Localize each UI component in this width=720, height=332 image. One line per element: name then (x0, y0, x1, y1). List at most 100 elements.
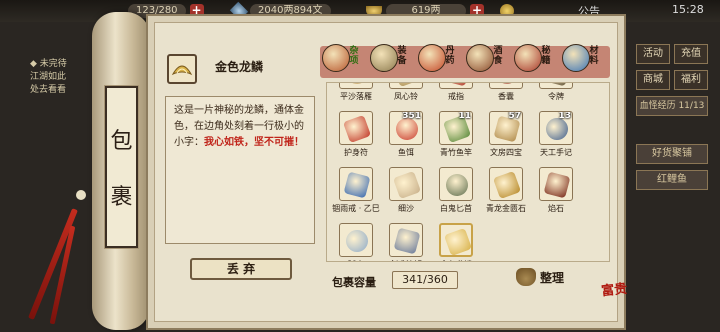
item-label: 平沙落雁 (340, 92, 372, 101)
item-label: 天工手记 (540, 148, 572, 157)
item-art-icon (492, 83, 522, 88)
item-cell[interactable]: 13 天工手记 (533, 109, 579, 165)
item-quantity: 351 (402, 111, 421, 121)
item-cell[interactable]: 11 青竹鱼竿 (433, 109, 479, 165)
item-icon[interactable] (339, 111, 373, 145)
item-label: 戒指 (448, 92, 464, 101)
book-icon[interactable] (514, 44, 542, 72)
item-icon[interactable] (339, 223, 373, 257)
discard-button[interactable]: 丢 弃 (190, 258, 292, 280)
equip-sword-icon[interactable] (370, 44, 398, 72)
item-label: 白鬼匕首 (440, 204, 472, 213)
food-bowl-icon[interactable] (466, 44, 494, 72)
tab-label[interactable]: 材料 (588, 46, 600, 66)
bag-title-plate: 包 裹 (104, 85, 139, 249)
good-shop-button[interactable]: 好货聚铺 (636, 144, 708, 164)
item-label: 凤心铃 (394, 92, 418, 101)
activity-button[interactable]: 活动 (636, 44, 670, 64)
item-label: 细沙 (398, 204, 414, 213)
item-icon[interactable] (389, 223, 423, 257)
quest-tracker[interactable]: ◆ 未完待 江湖如此 处去看看 (30, 58, 100, 97)
item-cell[interactable]: 细沙 (383, 165, 429, 221)
quest-title: ◆ 未完待 (30, 59, 67, 69)
item-icon[interactable] (539, 167, 573, 201)
item-icon[interactable] (489, 167, 523, 201)
item-label: 鱼饵 (398, 148, 414, 157)
item-icon[interactable] (489, 83, 523, 89)
item-label: 文房四宝 (490, 148, 522, 157)
crystal-icon[interactable] (562, 44, 590, 72)
item-art-icon (342, 226, 372, 256)
item-label: 青竹鱼竿 (440, 148, 472, 157)
quest-line: 处去看看 (30, 85, 67, 95)
item-art-icon (492, 170, 522, 200)
item-cell[interactable]: 碱水 (333, 221, 379, 261)
item-label: 金色龙鳞 (429, 259, 483, 261)
quest-line: 江湖如此 (30, 72, 67, 82)
red-carp-button[interactable]: 红鲤鱼 (636, 170, 708, 190)
item-art-icon (393, 227, 421, 255)
item-art-icon (392, 170, 422, 200)
clock-time: 15:28 (672, 3, 704, 16)
tab-label[interactable]: 丹药 (444, 46, 456, 66)
item-icon[interactable] (339, 83, 373, 89)
item-icon[interactable] (439, 167, 473, 201)
item-label: 碱水 (329, 259, 383, 261)
item-grid[interactable]: 平沙落雁 凤心铃 戒指 香囊 令牌护身符 351 鱼饵 11 青竹鱼竿 57 文房四宝 13 天工手记锢… (326, 82, 610, 262)
item-quantity: 13 (558, 111, 571, 121)
misc-bag-icon[interactable] (322, 44, 350, 72)
item-label: 锢雨戒 · 乙巳 (332, 204, 380, 213)
side-menu: 活动 充值 商城 福利 血怪经历 11/13 好货聚铺 红鲤鱼 (636, 44, 708, 196)
item-cell[interactable]: 戒指 (433, 83, 479, 109)
sort-button[interactable]: 整理 (516, 268, 564, 286)
item-icon[interactable] (389, 83, 423, 89)
item-art-icon (443, 227, 471, 255)
item-icon[interactable] (539, 83, 573, 89)
item-icon[interactable] (339, 167, 373, 201)
recharge-button[interactable]: 充值 (674, 44, 708, 64)
pill-icon[interactable] (418, 44, 446, 72)
title-char: 包 (110, 129, 133, 154)
item-cell[interactable]: 剑术注解 (383, 221, 429, 261)
shop-button[interactable]: 商城 (636, 70, 670, 90)
welfare-button[interactable]: 福利 (674, 70, 708, 90)
item-cell[interactable]: 白鬼匕首 (433, 165, 479, 221)
item-cell[interactable]: 护身符 (333, 109, 379, 165)
item-label: 令牌 (548, 92, 564, 101)
item-icon[interactable] (439, 83, 473, 89)
promo-button[interactable]: 血怪经历 11/13 (636, 96, 708, 116)
item-icon[interactable]: 13 (539, 111, 573, 145)
item-cell[interactable]: 57 文房四宝 (483, 109, 529, 165)
item-icon[interactable] (439, 223, 473, 257)
item-cell[interactable]: 锢雨戒 · 乙巳 (332, 165, 380, 221)
item-cell[interactable]: 青龙金匮石 (483, 165, 529, 221)
item-cell[interactable]: 351 鱼饵 (383, 109, 429, 165)
item-art-icon (443, 83, 471, 87)
title-char: 裹 (110, 185, 133, 210)
item-cell[interactable]: 平沙落雁 (333, 83, 379, 109)
item-icon[interactable] (389, 167, 423, 201)
item-cell[interactable]: 香囊 (483, 83, 529, 109)
tab-label[interactable]: 杂项 (348, 46, 360, 66)
item-label: 护身符 (344, 148, 368, 157)
item-art-icon (343, 83, 371, 87)
item-cell[interactable]: 令牌 (533, 83, 579, 109)
item-icon[interactable]: 57 (489, 111, 523, 145)
item-art-icon (392, 83, 422, 88)
capacity-value: 341/360 (392, 271, 458, 289)
item-cell[interactable]: 凤心铃 (383, 83, 429, 109)
item-art-icon (342, 114, 372, 144)
sort-label: 整理 (540, 270, 565, 285)
tab-label[interactable]: 酒食 (492, 46, 504, 66)
item-label: 焰石 (548, 204, 564, 213)
item-icon[interactable]: 11 (439, 111, 473, 145)
item-art-icon (543, 83, 571, 87)
item-cell[interactable]: ✔金色龙鳞 (433, 221, 483, 261)
seal-text: 富贵 (600, 281, 629, 300)
item-art-icon (543, 171, 571, 199)
item-icon[interactable]: 351 (389, 111, 423, 145)
capacity-label: 包裹容量 (332, 276, 376, 289)
tab-label[interactable]: 装备 (396, 46, 408, 66)
item-cell[interactable]: 焰石 (533, 165, 579, 221)
tab-label[interactable]: 秘籍 (540, 46, 552, 66)
